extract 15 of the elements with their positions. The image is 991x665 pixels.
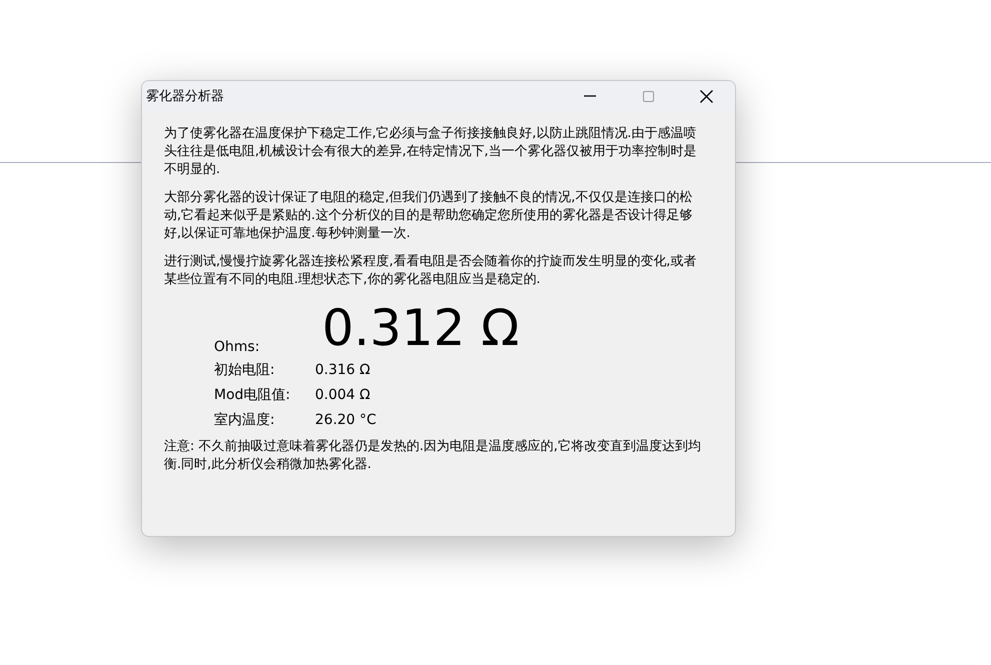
description-paragraph: 大部分雾化器的设计保证了电阻的稳定,但我们仍遇到了接触不良的情况,不仅仅是连接口的松动,它看起来似乎是紧贴的.这个分析仪的目的是帮助您确定您所使用的雾化器是否设计得足够好,以保证可靠地保护温度.每秒钟测量一次. (164, 189, 694, 243)
detail-label: 初始电阻: (214, 360, 276, 378)
detail-label: Mod电阻值: (214, 386, 292, 404)
detail-value: 26.20 °C (315, 412, 376, 428)
maximize-icon (642, 90, 654, 102)
detail-label: 室内温度: (214, 410, 276, 428)
resistance-reading: 0.312 Ω (322, 299, 520, 357)
note-text: 注意: 不久前抽吸过意味着雾化器仍是发热的.因为电阻是温度感应的,它将改变直到温度达到均衡.同时,此分析仪会稍微加热雾化器. (164, 438, 702, 474)
ohms-label: Ohms: (214, 339, 261, 357)
description-paragraph: 为了使雾化器在温度保护下稳定工作,它必须与盒子衔接接触良好,以防止跳阻情况.由于感温喷头往往是低电阻,机械设计会有很大的差异,在特定情况下,当一个雾化器仅被用于功率控制时是不明显的. (164, 125, 698, 179)
description-paragraph: 进行测试,慢慢拧旋雾化器连接松紧程度,看看电阻是否会随着你的拧旋而发生明显的变化,或者某些位置有不同的电阻.理想状态下,你的雾化器电阻应当是稳定的. (164, 253, 698, 289)
window-title: 雾化器分析器 (145, 88, 225, 105)
detail-value: 0.316 Ω (315, 362, 370, 378)
close-icon (700, 90, 712, 102)
detail-value: 0.004 Ω (315, 386, 370, 402)
